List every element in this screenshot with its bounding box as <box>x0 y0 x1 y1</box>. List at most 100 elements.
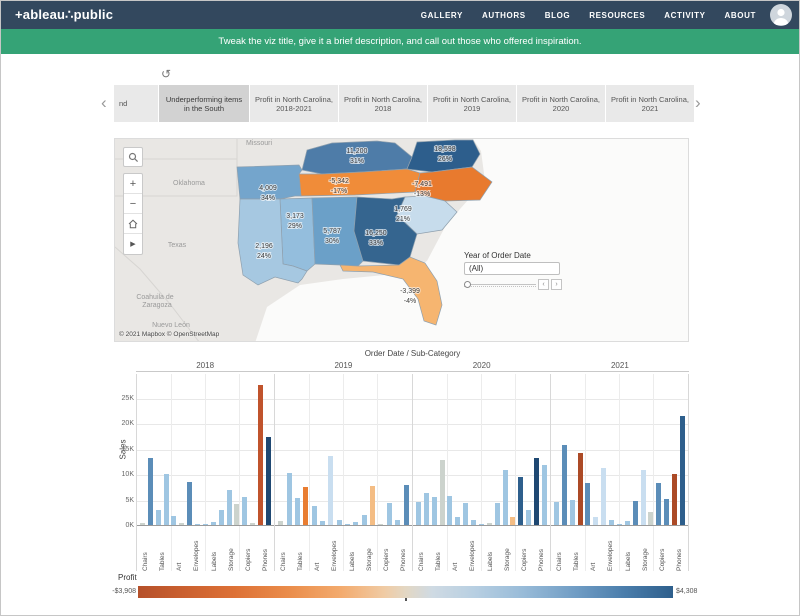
bar-2019-1[interactable] <box>287 473 292 525</box>
bar-2018-5[interactable] <box>179 523 184 525</box>
bar-2019-7[interactable] <box>337 520 342 525</box>
bar-2021-2[interactable] <box>570 500 575 525</box>
undo-icon[interactable]: ↺ <box>161 67 171 81</box>
state-mississippi[interactable] <box>280 198 315 271</box>
bar-2018-3[interactable] <box>164 474 169 525</box>
tab-2[interactable]: Profit in North Carolina, 2018 <box>339 85 427 122</box>
slider-next-button[interactable]: › <box>551 279 562 290</box>
bar-2020-6[interactable] <box>463 503 468 525</box>
bar-2020-12[interactable] <box>510 517 515 525</box>
map-zoom-out-button[interactable]: − <box>124 194 142 214</box>
bar-2018-4[interactable] <box>171 516 176 525</box>
state-arkansas[interactable] <box>237 165 302 199</box>
legend-gradient-bar[interactable] <box>138 586 673 598</box>
map-zoom-in-button[interactable]: + <box>124 174 142 194</box>
bar-2021-9[interactable] <box>625 521 630 525</box>
map-home-button[interactable] <box>124 214 142 234</box>
bar-2018-12[interactable] <box>234 504 239 525</box>
bar-2019-10[interactable] <box>362 515 367 525</box>
bar-2020-14[interactable] <box>526 510 531 525</box>
bar-2019-9[interactable] <box>353 522 358 525</box>
bar-2020-16[interactable] <box>542 465 547 525</box>
bar-2019-8[interactable] <box>345 524 350 525</box>
bar-2020-2[interactable] <box>432 497 437 525</box>
bar-2021-5[interactable] <box>593 517 598 525</box>
tab-0[interactable]: Underperforming items in the South <box>159 85 249 122</box>
bar-2020-7[interactable] <box>471 520 476 525</box>
bar-2021-1[interactable] <box>562 445 567 525</box>
slider-prev-button[interactable]: ‹ <box>538 279 549 290</box>
nav-item-gallery[interactable]: GALLERY <box>421 11 463 20</box>
bar-2019-5[interactable] <box>320 521 325 525</box>
tab-3[interactable]: Profit in North Carolina, 2019 <box>428 85 516 122</box>
bar-2019-4[interactable] <box>312 506 317 525</box>
bar-2020-1[interactable] <box>424 493 429 525</box>
bar-2019-2[interactable] <box>295 498 300 525</box>
bar-2020-15[interactable] <box>534 458 539 525</box>
bar-2018-1[interactable] <box>148 458 153 525</box>
bar-2019-6[interactable] <box>328 456 333 525</box>
bar-2019-0[interactable] <box>278 521 283 525</box>
bar-2020-11[interactable] <box>503 470 508 525</box>
nav-item-blog[interactable]: BLOG <box>545 11 571 20</box>
tabs-scroll-right-icon[interactable]: › <box>695 93 701 113</box>
bar-2019-13[interactable] <box>387 503 392 525</box>
bar-2018-6[interactable] <box>187 482 192 525</box>
bar-2020-5[interactable] <box>455 517 460 525</box>
bar-2020-10[interactable] <box>495 503 500 525</box>
bar-2020-8[interactable] <box>479 524 484 525</box>
bar-2020-3[interactable] <box>440 460 445 525</box>
category-label-envelopes: Envelopes <box>469 528 476 571</box>
bar-2018-11[interactable] <box>227 490 232 525</box>
bar-2021-10[interactable] <box>633 501 638 525</box>
tabs-scroll-left-icon[interactable]: ‹ <box>101 93 107 113</box>
map-more-tools-button[interactable]: ▶ <box>124 234 142 254</box>
nav-item-resources[interactable]: RESOURCES <box>589 11 645 20</box>
bar-2021-12[interactable] <box>648 512 653 525</box>
bar-2021-15[interactable] <box>672 474 677 525</box>
tab-4[interactable]: Profit in North Carolina, 2020 <box>517 85 605 122</box>
bar-2018-8[interactable] <box>203 524 208 525</box>
bar-2020-9[interactable] <box>487 523 492 525</box>
nav-item-activity[interactable]: ACTIVITY <box>664 11 705 20</box>
map-search-button[interactable] <box>123 147 143 167</box>
bar-2021-0[interactable] <box>554 502 559 525</box>
bar-2018-14[interactable] <box>250 523 255 525</box>
bar-2021-6[interactable] <box>601 468 606 525</box>
bar-2021-4[interactable] <box>585 483 590 525</box>
bar-2021-8[interactable] <box>617 524 622 525</box>
bar-2021-11[interactable] <box>641 470 646 525</box>
map-attribution[interactable]: © 2021 Mapbox © OpenStreetMap <box>119 331 219 338</box>
bar-2021-13[interactable] <box>656 483 661 525</box>
year-filter-value[interactable]: (All) <box>464 262 560 275</box>
tab-partial[interactable]: nd <box>114 85 158 122</box>
bar-2018-13[interactable] <box>242 497 247 525</box>
tab-5[interactable]: Profit in North Carolina, 2021 <box>606 85 694 122</box>
bar-2021-3[interactable] <box>578 453 583 525</box>
slider-handle[interactable] <box>464 281 471 288</box>
slider-track[interactable] <box>464 281 536 288</box>
bar-2019-11[interactable] <box>370 486 375 525</box>
bar-2020-4[interactable] <box>447 496 452 525</box>
bar-2021-14[interactable] <box>664 499 669 525</box>
bar-2019-15[interactable] <box>404 485 409 525</box>
bar-2020-13[interactable] <box>518 477 523 525</box>
bar-2019-3[interactable] <box>303 487 308 525</box>
bar-2018-9[interactable] <box>211 522 216 525</box>
bar-2019-14[interactable] <box>395 520 400 525</box>
tableau-public-logo[interactable]: +ableau∴public <box>15 7 113 23</box>
nav-item-authors[interactable]: AUTHORS <box>482 11 526 20</box>
nav-item-about[interactable]: ABOUT <box>725 11 756 20</box>
bar-2021-7[interactable] <box>609 520 614 525</box>
bar-2018-16[interactable] <box>266 437 271 525</box>
bar-2018-10[interactable] <box>219 510 224 525</box>
user-avatar[interactable] <box>770 4 792 26</box>
bar-2018-7[interactable] <box>195 524 200 525</box>
tab-1[interactable]: Profit in North Carolina, 2018-2021 <box>250 85 338 122</box>
bar-2020-0[interactable] <box>416 502 421 525</box>
bar-2018-0[interactable] <box>140 523 145 525</box>
bar-2021-16[interactable] <box>680 416 685 525</box>
bar-2018-2[interactable] <box>156 510 161 525</box>
bar-2019-12[interactable] <box>378 524 383 525</box>
bar-2018-15[interactable] <box>258 385 263 525</box>
